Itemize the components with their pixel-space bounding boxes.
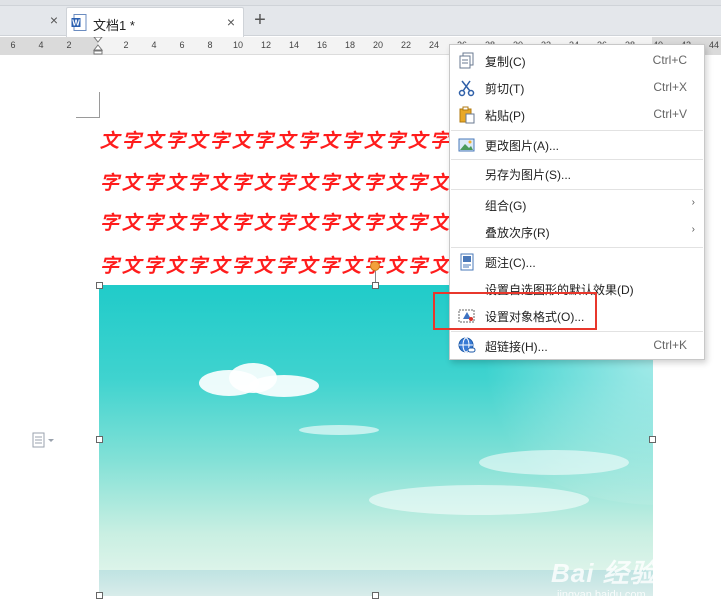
menu-item-label: 更改图片(A)... bbox=[485, 139, 559, 153]
ruler-tick-label: 22 bbox=[400, 40, 411, 50]
menu-item-change-picture[interactable]: 更改图片(A)... bbox=[451, 132, 703, 158]
menu-item-order[interactable]: 叠放次序(R) › bbox=[451, 219, 703, 245]
hyperlink-icon bbox=[458, 337, 476, 353]
title-strip bbox=[0, 0, 721, 6]
watermark-url: jingyan.baidu.com bbox=[557, 589, 646, 601]
menu-item-label: 题注(C)... bbox=[485, 256, 536, 270]
menu-separator bbox=[451, 331, 703, 332]
menu-separator bbox=[451, 189, 703, 190]
shortcut-label: Ctrl+K bbox=[653, 338, 687, 352]
menu-item-label: 组合(G) bbox=[485, 199, 527, 213]
ruler-tick-label: 18 bbox=[344, 40, 355, 50]
ruler-tick-label: 14 bbox=[288, 40, 299, 50]
baidu-jingyan-watermark: Bai 经验 jingyan.baidu.com bbox=[551, 553, 721, 613]
ruler-tick-label: 24 bbox=[428, 40, 439, 50]
menu-item-hyperlink[interactable]: 超链接(H)... Ctrl+K bbox=[451, 333, 703, 359]
shortcut-label: Ctrl+V bbox=[653, 107, 687, 121]
resize-handle[interactable] bbox=[372, 592, 379, 599]
menu-item-group[interactable]: 组合(G) › bbox=[451, 192, 703, 218]
menu-separator bbox=[451, 159, 703, 160]
menu-item-label: 另存为图片(S)... bbox=[485, 168, 571, 182]
tab-previous[interactable]: × bbox=[0, 7, 66, 36]
ruler-tick-label: 4 bbox=[38, 40, 44, 50]
shortcut-label: Ctrl+C bbox=[652, 53, 687, 67]
rotate-handle[interactable] bbox=[370, 261, 380, 271]
text-line[interactable]: 字文字文字文字文字文字文字文字文 bbox=[100, 251, 450, 278]
ruler-tick-label: 44 bbox=[708, 40, 719, 50]
menu-item-caption[interactable]: 题注(C)... bbox=[451, 249, 703, 275]
menu-item-label: 叠放次序(R) bbox=[485, 226, 550, 240]
submenu-arrow-icon: › bbox=[691, 224, 695, 235]
menu-item-paste[interactable]: 粘贴(P) Ctrl+V bbox=[451, 102, 703, 128]
cloud bbox=[249, 375, 319, 397]
cloud bbox=[479, 450, 629, 475]
menu-item-label: 剪切(T) bbox=[485, 82, 525, 96]
resize-handle[interactable] bbox=[96, 436, 103, 443]
annotation-highlight-box bbox=[433, 292, 597, 330]
text-line[interactable]: 字文字文字文字文字文字文字文字文 bbox=[100, 168, 450, 195]
ruler-tick-label: 10 bbox=[232, 40, 243, 50]
ruler-tick-label: 4 bbox=[151, 40, 157, 50]
watermark-logo-text: Bai 经验 bbox=[551, 558, 657, 588]
tab-bar: × W 文档1 * × + bbox=[0, 0, 721, 37]
close-tab-icon[interactable]: × bbox=[223, 13, 239, 31]
tab-title: 文档1 * bbox=[93, 18, 135, 33]
resize-handle[interactable] bbox=[96, 282, 103, 289]
menu-item-cut[interactable]: 剪切(T) Ctrl+X bbox=[451, 75, 703, 101]
menu-item-label: 粘贴(P) bbox=[485, 109, 525, 123]
menu-separator bbox=[451, 247, 703, 248]
tab-document1[interactable]: W 文档1 * × bbox=[66, 7, 244, 37]
submenu-arrow-icon: › bbox=[691, 197, 695, 208]
ruler-tick-label: 2 bbox=[123, 40, 129, 50]
ruler-tick-label: 12 bbox=[260, 40, 271, 50]
cloud bbox=[369, 485, 589, 515]
menu-item-label: 复制(C) bbox=[485, 55, 526, 69]
resize-handle[interactable] bbox=[649, 436, 656, 443]
resize-handle[interactable] bbox=[372, 282, 379, 289]
resize-handle[interactable] bbox=[96, 592, 103, 599]
text-line[interactable]: 字文字文字文字文字文字文字文字文 bbox=[100, 208, 450, 235]
ruler-tick-label: 6 bbox=[179, 40, 185, 50]
ruler-tick-label: 16 bbox=[316, 40, 327, 50]
scissors-icon bbox=[458, 80, 475, 97]
paste-icon bbox=[459, 106, 475, 124]
indent-marker-icon[interactable] bbox=[93, 37, 103, 55]
copy-icon bbox=[459, 52, 474, 69]
shortcut-label: Ctrl+X bbox=[653, 80, 687, 94]
menu-item-label: 超链接(H)... bbox=[485, 340, 548, 354]
close-tab-icon[interactable]: × bbox=[46, 12, 62, 28]
margin-corner-mark bbox=[76, 92, 100, 118]
new-tab-button[interactable]: + bbox=[249, 9, 271, 31]
paragraph-layout-icon[interactable] bbox=[32, 432, 60, 448]
ruler-tick-label: 2 bbox=[66, 40, 72, 50]
menu-item-save-as-picture[interactable]: 另存为图片(S)... bbox=[451, 161, 703, 187]
word-document-icon: W bbox=[71, 14, 87, 31]
svg-text:W: W bbox=[72, 19, 80, 28]
caption-icon bbox=[460, 253, 474, 271]
ruler-tick-label: 20 bbox=[372, 40, 383, 50]
ruler-tick-label: 8 bbox=[207, 40, 213, 50]
change-picture-icon bbox=[458, 138, 475, 152]
text-line[interactable]: 文字文字文字文字文字文字文字文字 bbox=[100, 126, 450, 153]
menu-item-copy[interactable]: 复制(C) Ctrl+C bbox=[451, 48, 703, 74]
cloud bbox=[299, 425, 379, 435]
ruler-tick-label: 6 bbox=[10, 40, 16, 50]
menu-separator bbox=[451, 130, 703, 131]
